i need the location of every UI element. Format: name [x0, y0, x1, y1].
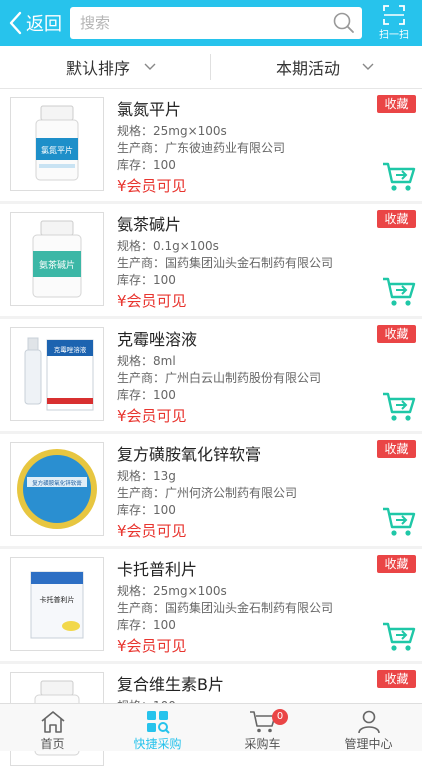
favorite-button[interactable]: 收藏: [377, 555, 416, 573]
product-card[interactable]: 复方磺胺氧化锌软膏 复方磺胺氧化锌软膏 规格：13g 生产商：广州何济公制药有限…: [0, 434, 422, 546]
product-stock: 库存：100: [117, 618, 176, 632]
favorite-button[interactable]: 收藏: [377, 670, 416, 688]
product-spec: 规格：13g: [117, 469, 176, 483]
tab-cart-label: 采购车: [244, 737, 281, 751]
favorite-button[interactable]: 收藏: [377, 210, 416, 228]
sort-bar: 默认排序 本期活动: [0, 46, 422, 89]
product-name: 复合维生素B片: [117, 675, 224, 694]
product-stock: 库存：100: [117, 388, 176, 402]
search-input[interactable]: [80, 7, 330, 39]
search-box[interactable]: [70, 7, 362, 39]
add-to-cart-icon[interactable]: [382, 506, 416, 538]
product-maker: 生产商：广州白云山制药股份有限公司: [117, 371, 322, 385]
favorite-button[interactable]: 收藏: [377, 325, 416, 343]
add-to-cart-icon[interactable]: [382, 621, 416, 653]
scan-label: 扫一扫: [379, 30, 409, 41]
cart-badge: 0: [272, 709, 288, 725]
product-price: ¥会员可见: [117, 292, 187, 310]
product-stock: 库存：100: [117, 273, 176, 287]
top-bar: 返回 扫一扫: [0, 0, 422, 46]
tab-cart[interactable]: 采购车 0: [210, 704, 315, 751]
back-label: 返回: [26, 14, 62, 35]
product-spec: 规格：0.1g×100s: [117, 239, 219, 253]
quick-purchase-icon: [146, 711, 170, 734]
product-image: 复方磺胺氧化锌软膏: [10, 442, 104, 536]
add-to-cart-icon[interactable]: [382, 391, 416, 423]
product-image: 克霉唑溶液: [10, 327, 104, 421]
add-to-cart-icon[interactable]: [382, 276, 416, 308]
product-card[interactable]: 氯氮平片 氯氮平片 规格：25mg×100s 生产商：广东彼迪药业有限公司 库存…: [0, 89, 422, 201]
product-card[interactable]: 氨茶碱片 氨茶碱片 规格：0.1g×100s 生产商：国药集团汕头金石制药有限公…: [0, 204, 422, 316]
product-stock: 库存：100: [117, 503, 176, 517]
svg-text:氨茶碱片: 氨茶碱片: [39, 259, 75, 271]
product-image: 卡托普利片: [10, 557, 104, 651]
search-icon[interactable]: [332, 11, 356, 35]
product-price: ¥会员可见: [117, 177, 187, 195]
bottom-tab-bar: 首页 快捷采购 采购车 0 管理中心: [0, 703, 422, 751]
svg-text:复方磺胺氧化锌软膏: 复方磺胺氧化锌软膏: [32, 479, 82, 487]
user-icon: [357, 710, 380, 734]
product-maker: 生产商：国药集团汕头金石制药有限公司: [117, 256, 334, 270]
chevron-down-icon: [144, 63, 156, 70]
product-name: 复方磺胺氧化锌软膏: [117, 445, 262, 464]
tab-home[interactable]: 首页: [0, 704, 105, 751]
product-spec: 规格：25mg×100s: [117, 584, 227, 598]
svg-text:氯氮平片: 氯氮平片: [41, 145, 73, 155]
product-name: 氯氮平片: [117, 100, 182, 119]
svg-text:克霉唑溶液: 克霉唑溶液: [54, 345, 87, 354]
chevron-left-icon: [9, 11, 22, 35]
tab-manage-label: 管理中心: [344, 737, 393, 751]
svg-text:卡托普利片: 卡托普利片: [40, 595, 75, 604]
product-price: ¥会员可见: [117, 407, 187, 425]
sort-divider: [210, 54, 211, 80]
product-card[interactable]: 卡托普利片 卡托普利片 规格：25mg×100s 生产商：国药集团汕头金石制药有…: [0, 549, 422, 661]
favorite-button[interactable]: 收藏: [377, 95, 416, 113]
tab-quick-purchase-label: 快捷采购: [133, 737, 182, 751]
product-name: 卡托普利片: [117, 560, 198, 579]
product-stock: 库存：100: [117, 158, 176, 172]
add-to-cart-icon[interactable]: [382, 161, 416, 193]
chevron-down-icon: [362, 63, 374, 70]
back-button[interactable]: 返回: [8, 8, 62, 38]
product-spec: 规格：25mg×100s: [117, 124, 227, 138]
scan-button[interactable]: 扫一扫: [372, 3, 416, 43]
activity-label: 本期活动: [276, 59, 341, 78]
product-card[interactable]: 克霉唑溶液 克霉唑溶液 规格：8ml 生产商：广州白云山制药股份有限公司 库存：…: [0, 319, 422, 431]
product-price: ¥会员可见: [117, 637, 187, 655]
product-image: 氨茶碱片: [10, 212, 104, 306]
tab-home-label: 首页: [40, 737, 65, 751]
product-price: ¥会员可见: [117, 522, 187, 540]
tab-quick-purchase[interactable]: 快捷采购: [105, 704, 210, 751]
sort-default-dropdown[interactable]: 默认排序: [66, 46, 156, 88]
activity-dropdown[interactable]: 本期活动: [276, 46, 374, 88]
product-maker: 生产商：广东彼迪药业有限公司: [117, 141, 286, 155]
sort-default-label: 默认排序: [66, 59, 131, 78]
product-spec: 规格：8ml: [117, 354, 176, 368]
product-maker: 生产商：广州何济公制药有限公司: [117, 486, 298, 500]
favorite-button[interactable]: 收藏: [377, 440, 416, 458]
tab-manage[interactable]: 管理中心: [315, 704, 422, 751]
scan-icon: [383, 5, 405, 25]
product-name: 氨茶碱片: [117, 215, 182, 234]
product-name: 克霉唑溶液: [117, 330, 198, 349]
product-image: 氯氮平片: [10, 97, 104, 191]
product-maker: 生产商：国药集团汕头金石制药有限公司: [117, 601, 334, 615]
home-icon: [40, 711, 65, 733]
